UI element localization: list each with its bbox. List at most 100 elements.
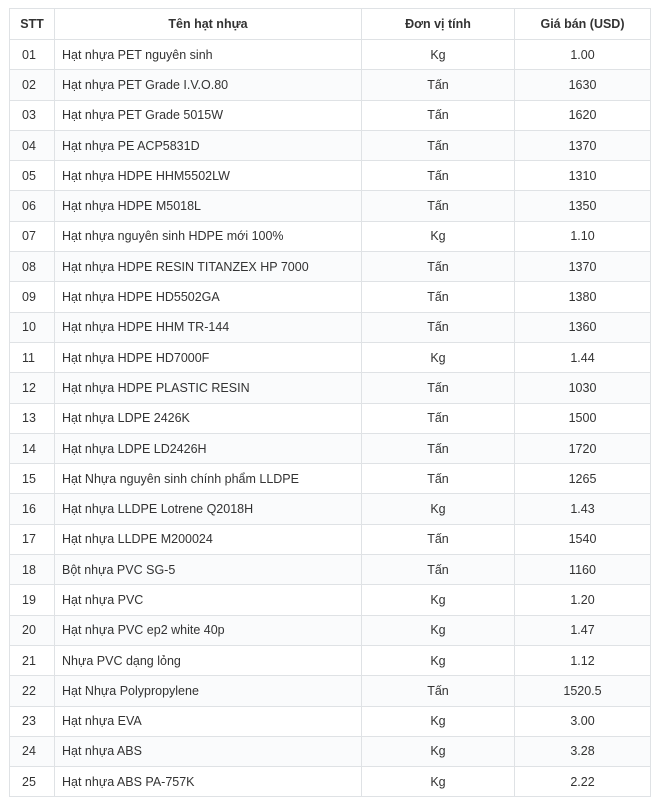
table-row: 15 Hạt Nhựa nguyên sinh chính phẩm LLDPE T… <box>9 463 651 495</box>
row-name-cell: Hạt nhựa ABS PA-757K <box>54 766 362 797</box>
row-price-cell: 1720 <box>514 432 651 465</box>
row-unit-cell: Kg <box>361 705 515 737</box>
row-name-cell: Hạt nhựa PET Grade I.V.O.80 <box>54 69 362 101</box>
table-row: 11 Hạt nhựa HDPE HD7000F Kg 1.44 <box>9 341 651 374</box>
row-stt-cell: 22 <box>9 675 55 707</box>
row-price-cell: 1620 <box>514 99 651 131</box>
table-row: 05 Hạt nhựa HDPE HHM5502LW Tấn 1310 <box>9 160 651 192</box>
row-price-cell: 1.12 <box>514 644 651 677</box>
row-name-cell: Hạt nhựa PVC <box>54 584 362 616</box>
row-name-cell: Hạt nhựa HDPE RESIN TITANZEX HP 7000 <box>54 251 362 283</box>
row-unit-cell: Kg <box>361 735 515 768</box>
row-name-cell: Nhựa PVC dạng lỏng <box>54 644 362 677</box>
row-price-cell: 1.10 <box>514 220 651 253</box>
row-price-cell: 1380 <box>514 281 651 313</box>
row-unit-cell: Tấn <box>361 69 515 101</box>
row-unit-cell: Tấn <box>361 372 515 404</box>
row-unit-cell: Kg <box>361 766 515 797</box>
row-stt-cell: 24 <box>9 735 55 768</box>
row-price-cell: 1160 <box>514 554 651 586</box>
row-stt-cell: 20 <box>9 614 55 646</box>
row-price-cell: 1520.5 <box>514 675 651 707</box>
row-stt-cell: 19 <box>9 584 55 616</box>
row-unit-cell: Tấn <box>361 129 515 162</box>
row-name-cell: Hạt nhựa LDPE 2426K <box>54 402 362 434</box>
table-row: 16 Hạt nhựa LLDPE Lotrene Q2018H Kg 1.43 <box>9 493 651 525</box>
row-stt-cell: 25 <box>9 766 55 797</box>
row-stt-cell: 14 <box>9 432 55 465</box>
row-price-cell: 1310 <box>514 160 651 192</box>
row-price-cell: 2.22 <box>514 766 651 797</box>
row-stt-cell: 01 <box>9 38 55 71</box>
row-unit-cell: Tấn <box>361 402 515 434</box>
row-price-cell: 1360 <box>514 311 651 343</box>
row-unit-cell: Tấn <box>361 432 515 465</box>
row-unit-cell: Tấn <box>361 190 515 222</box>
row-stt-cell: 12 <box>9 372 55 404</box>
table-row: 25 Hạt nhựa ABS PA-757K Kg 2.22 <box>9 766 651 797</box>
row-price-cell: 1630 <box>514 69 651 101</box>
table-row: 23 Hạt nhựa EVA Kg 3.00 <box>9 705 651 737</box>
row-price-cell: 1.44 <box>514 341 651 374</box>
table-body: 01 Hạt nhựa PET nguyên sinh Kg 1.00 02 Hạt nh… <box>9 38 651 797</box>
row-stt-cell: 13 <box>9 402 55 434</box>
row-price-cell: 1030 <box>514 372 651 404</box>
row-stt-cell: 15 <box>9 463 55 495</box>
row-unit-cell: Tấn <box>361 251 515 283</box>
row-price-cell: 1370 <box>514 129 651 162</box>
row-unit-cell: Tấn <box>361 554 515 586</box>
table-row: 14 Hạt nhựa LDPE LD2426H Tấn 1720 <box>9 432 651 465</box>
row-unit-cell: Kg <box>361 644 515 677</box>
row-price-cell: 1265 <box>514 463 651 495</box>
table-row: 04 Hạt nhựa PE ACP5831D Tấn 1370 <box>9 129 651 162</box>
table-row: 18 Bột nhựa PVC SG-5 Tấn 1160 <box>9 554 651 586</box>
row-name-cell: Hạt nhựa ABS <box>54 735 362 768</box>
row-unit-cell: Tấn <box>361 311 515 343</box>
row-stt-cell: 06 <box>9 190 55 222</box>
table-row: 12 Hạt nhựa HDPE PLASTIC RESIN Tấn 1030 <box>9 372 651 404</box>
row-unit-cell: Kg <box>361 614 515 646</box>
row-stt-cell: 17 <box>9 523 55 556</box>
table-row: 10 Hạt nhựa HDPE HHM TR-144 Tấn 1360 <box>9 311 651 343</box>
row-name-cell: Hạt nhựa PET Grade 5015W <box>54 99 362 131</box>
row-name-cell: Hạt nhựa HDPE HD5502GA <box>54 281 362 313</box>
row-price-cell: 1350 <box>514 190 651 222</box>
table-row: 13 Hạt nhựa LDPE 2426K Tấn 1500 <box>9 402 651 434</box>
row-price-cell: 1370 <box>514 251 651 283</box>
row-stt-cell: 04 <box>9 129 55 162</box>
row-stt-cell: 05 <box>9 160 55 192</box>
table-row: 17 Hạt nhựa LLDPE M200024 Tấn 1540 <box>9 523 651 556</box>
row-stt-cell: 02 <box>9 69 55 101</box>
header-name: Tên hạt nhựa <box>54 8 362 40</box>
row-price-cell: 1.20 <box>514 584 651 616</box>
table-row: 09 Hạt nhựa HDPE HD5502GA Tấn 1380 <box>9 281 651 313</box>
row-price-cell: 1.47 <box>514 614 651 646</box>
price-table-container: STT Tên hạt nhựa Đơn vị tính Giá bán (US… <box>9 8 651 797</box>
row-stt-cell: 18 <box>9 554 55 586</box>
row-unit-cell: Kg <box>361 38 515 71</box>
row-name-cell: Hạt nhựa HDPE PLASTIC RESIN <box>54 372 362 404</box>
header-price: Giá bán (USD) <box>514 8 651 40</box>
row-stt-cell: 21 <box>9 644 55 677</box>
row-stt-cell: 11 <box>9 341 55 374</box>
table-row: 22 Hạt Nhựa Polypropylene Tấn 1520.5 <box>9 675 651 707</box>
row-name-cell: Hạt nhựa HDPE HHM TR-144 <box>54 311 362 343</box>
row-stt-cell: 23 <box>9 705 55 737</box>
table-row: 03 Hạt nhựa PET Grade 5015W Tấn 1620 <box>9 99 651 131</box>
row-stt-cell: 16 <box>9 493 55 525</box>
header-unit: Đơn vị tính <box>361 8 515 40</box>
row-price-cell: 3.28 <box>514 735 651 768</box>
row-name-cell: Hạt Nhựa Polypropylene <box>54 675 362 707</box>
row-unit-cell: Kg <box>361 220 515 253</box>
table-row: 19 Hạt nhựa PVC Kg 1.20 <box>9 584 651 616</box>
row-unit-cell: Kg <box>361 341 515 374</box>
row-name-cell: Bột nhựa PVC SG-5 <box>54 554 362 586</box>
row-name-cell: Hạt Nhựa nguyên sinh chính phẩm LLDPE <box>54 463 362 495</box>
row-name-cell: Hạt nhựa HDPE HD7000F <box>54 341 362 374</box>
row-stt-cell: 08 <box>9 251 55 283</box>
row-name-cell: Hạt nhựa HDPE M5018L <box>54 190 362 222</box>
row-name-cell: Hạt nhựa LDPE LD2426H <box>54 432 362 465</box>
row-stt-cell: 03 <box>9 99 55 131</box>
row-price-cell: 1500 <box>514 402 651 434</box>
table-row: 06 Hạt nhựa HDPE M5018L Tấn 1350 <box>9 190 651 222</box>
